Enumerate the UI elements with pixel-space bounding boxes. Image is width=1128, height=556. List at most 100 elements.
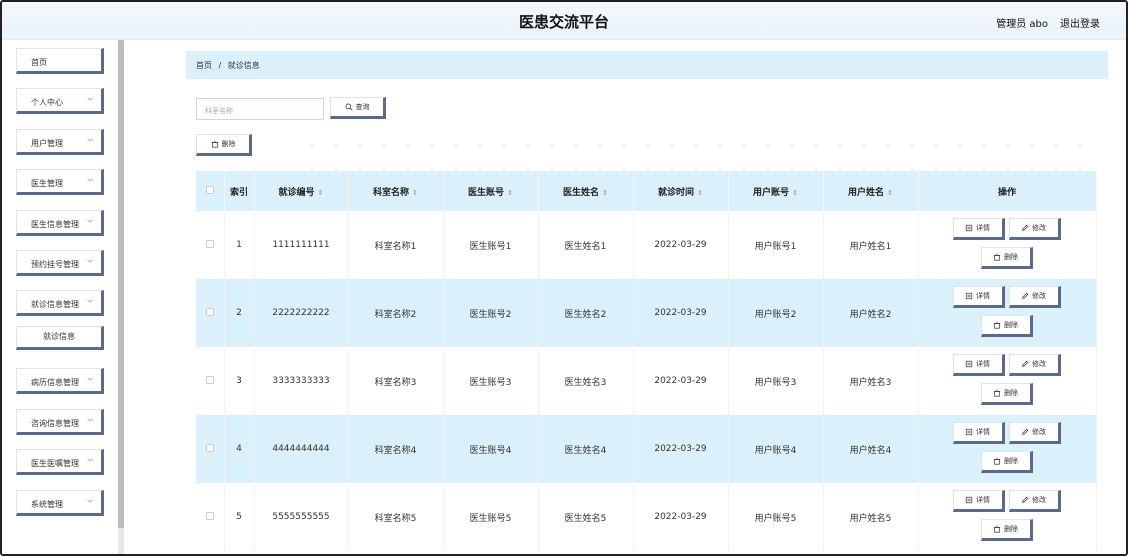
sort-icon[interactable]: ⇕ bbox=[602, 189, 608, 197]
table-header-row: 索引 就诊编号 ⇕ 科室名称 ⇕ 医生账号 ⇕ 医生姓名 ⇕ 就诊时间 ⇕ 用户账号 ⇕ 用… bbox=[196, 171, 1097, 211]
chevron-down-icon bbox=[87, 418, 93, 422]
row-delete-button[interactable]: 删除 bbox=[980, 247, 1033, 269]
detail-label: 详情 bbox=[976, 496, 990, 504]
sort-icon[interactable]: ⇕ bbox=[887, 189, 893, 197]
delete-icon bbox=[993, 389, 1001, 397]
row-select-cell[interactable] bbox=[196, 211, 225, 279]
logout-link[interactable]: 退出登录 bbox=[1060, 15, 1100, 30]
sidebar-item-medical-record-management[interactable]: 病历信息管理 bbox=[16, 368, 104, 394]
row-checkbox[interactable] bbox=[205, 443, 214, 452]
edit-button[interactable]: 修改 bbox=[1008, 354, 1061, 376]
cell-dept: 科室名称5 bbox=[348, 483, 444, 551]
sidebar-item-label: 系统管理 bbox=[31, 500, 63, 509]
cell-user-name: 用户姓名4 bbox=[823, 415, 919, 483]
header-label: 就诊时间 bbox=[658, 187, 695, 198]
chevron-down-icon bbox=[87, 259, 93, 263]
search-button-label: 查询 bbox=[355, 103, 370, 111]
sort-icon[interactable]: ⇕ bbox=[318, 189, 324, 197]
sidebar-item-doctor-orders-management[interactable]: 医生医嘱管理 bbox=[16, 449, 104, 475]
row-select-cell[interactable] bbox=[196, 415, 225, 483]
sidebar: 首页 个人中心 用户管理 医生管理 医生信息管理 预约挂号管理 就诊信息管理 就… bbox=[2, 40, 124, 554]
sort-icon[interactable]: ⇕ bbox=[507, 189, 513, 197]
sidebar-item-personal-center[interactable]: 个人中心 bbox=[16, 88, 104, 114]
header-user-account[interactable]: 用户账号 ⇕ bbox=[728, 171, 824, 211]
row-select-cell[interactable] bbox=[196, 483, 225, 551]
sidebar-item-visit-info-management[interactable]: 就诊信息管理 bbox=[16, 290, 104, 316]
row-delete-button[interactable]: 删除 bbox=[980, 519, 1033, 541]
cell-visit-no: 1111111111 bbox=[254, 211, 349, 279]
sidebar-item-label: 就诊信息管理 bbox=[31, 300, 79, 309]
bulk-delete-button[interactable]: 删除 bbox=[196, 134, 252, 156]
sidebar-item-label: 医生管理 bbox=[31, 179, 63, 188]
detail-button[interactable]: 详情 bbox=[952, 422, 1005, 444]
sort-icon[interactable]: ⇕ bbox=[412, 189, 418, 197]
cell-visit-time: 2022-03-29 bbox=[633, 483, 729, 551]
chevron-down-icon bbox=[87, 458, 93, 462]
header-dept[interactable]: 科室名称 ⇕ bbox=[348, 171, 444, 211]
sidebar-subitem-visit-info[interactable]: 就诊信息 bbox=[16, 326, 104, 350]
row-delete-button[interactable]: 删除 bbox=[980, 451, 1033, 473]
cell-visit-no: 5555555555 bbox=[254, 483, 349, 551]
row-checkbox[interactable] bbox=[205, 307, 214, 316]
edit-icon bbox=[1022, 496, 1029, 503]
sort-icon[interactable]: ⇕ bbox=[697, 189, 703, 197]
sort-icon[interactable]: ⇕ bbox=[792, 189, 798, 197]
dept-search-input[interactable]: 科室名称 bbox=[196, 98, 324, 120]
detail-label: 详情 bbox=[976, 224, 990, 232]
cell-index: 3 bbox=[224, 347, 255, 415]
cell-user-name: 用户姓名2 bbox=[823, 279, 919, 347]
sidebar-item-home[interactable]: 首页 bbox=[16, 48, 104, 74]
search-button[interactable]: 查询 bbox=[330, 97, 386, 119]
top-header: 医患交流平台 管理员 abo 退出登录 bbox=[2, 2, 1126, 40]
header-doctor-name[interactable]: 医生姓名 ⇕ bbox=[538, 171, 634, 211]
detail-icon bbox=[965, 496, 973, 504]
cell-actions: 详情 修改 删除 bbox=[918, 415, 1097, 483]
row-delete-label: 删除 bbox=[1004, 389, 1018, 397]
select-all-checkbox[interactable] bbox=[205, 185, 214, 194]
cell-dept: 科室名称3 bbox=[348, 347, 444, 415]
edit-button[interactable]: 修改 bbox=[1008, 218, 1061, 240]
edit-label: 修改 bbox=[1032, 292, 1046, 300]
detail-button[interactable]: 详情 bbox=[952, 490, 1005, 512]
breadcrumb-home[interactable]: 首页 bbox=[196, 61, 212, 70]
detail-label: 详情 bbox=[976, 360, 990, 368]
cell-user-account: 用户账号5 bbox=[728, 483, 824, 551]
cell-doctor-name: 医生姓名4 bbox=[538, 415, 634, 483]
delete-icon bbox=[993, 525, 1001, 533]
chevron-down-icon bbox=[87, 499, 93, 503]
sidebar-item-system-management[interactable]: 系统管理 bbox=[16, 490, 104, 516]
header-visit-time[interactable]: 就诊时间 ⇕ bbox=[633, 171, 729, 211]
table-row: 1 1111111111 科室名称1 医生账号1 医生姓名1 2022-03-29 用户账号… bbox=[196, 211, 1097, 279]
cell-index: 5 bbox=[224, 483, 255, 551]
detail-button[interactable]: 详情 bbox=[952, 218, 1005, 240]
edit-button[interactable]: 修改 bbox=[1008, 490, 1061, 512]
sidebar-item-user-management[interactable]: 用户管理 bbox=[16, 129, 104, 155]
row-delete-label: 删除 bbox=[1004, 525, 1018, 533]
detail-button[interactable]: 详情 bbox=[952, 354, 1005, 376]
edit-button[interactable]: 修改 bbox=[1008, 286, 1061, 308]
header-visit-no[interactable]: 就诊编号 ⇕ bbox=[254, 171, 349, 211]
sidebar-item-doctor-info-management[interactable]: 医生信息管理 bbox=[16, 210, 104, 236]
row-select-cell[interactable] bbox=[196, 279, 225, 347]
row-checkbox[interactable] bbox=[205, 375, 214, 384]
row-checkbox[interactable] bbox=[205, 511, 214, 520]
detail-icon bbox=[965, 292, 973, 300]
edit-label: 修改 bbox=[1032, 428, 1046, 436]
detail-button[interactable]: 详情 bbox=[952, 286, 1005, 308]
cell-visit-no: 2222222222 bbox=[254, 279, 349, 347]
sidebar-item-doctor-management[interactable]: 医生管理 bbox=[16, 169, 104, 195]
current-user: 管理员 abo bbox=[996, 19, 1048, 30]
row-delete-button[interactable]: 删除 bbox=[980, 383, 1033, 405]
row-select-cell[interactable] bbox=[196, 347, 225, 415]
sidebar-item-appointment-management[interactable]: 预约挂号管理 bbox=[16, 250, 104, 276]
sidebar-item-consultation-management[interactable]: 咨询信息管理 bbox=[16, 409, 104, 435]
header-user-name[interactable]: 用户姓名 ⇕ bbox=[823, 171, 919, 211]
row-delete-button[interactable]: 删除 bbox=[980, 315, 1033, 337]
select-all-cell[interactable] bbox=[196, 171, 225, 211]
edit-button[interactable]: 修改 bbox=[1008, 422, 1061, 444]
cell-user-account: 用户账号1 bbox=[728, 211, 824, 279]
row-delete-label: 删除 bbox=[1004, 321, 1018, 329]
row-checkbox[interactable] bbox=[205, 239, 214, 248]
cell-visit-no: 3333333333 bbox=[254, 347, 349, 415]
header-doctor-account[interactable]: 医生账号 ⇕ bbox=[443, 171, 539, 211]
